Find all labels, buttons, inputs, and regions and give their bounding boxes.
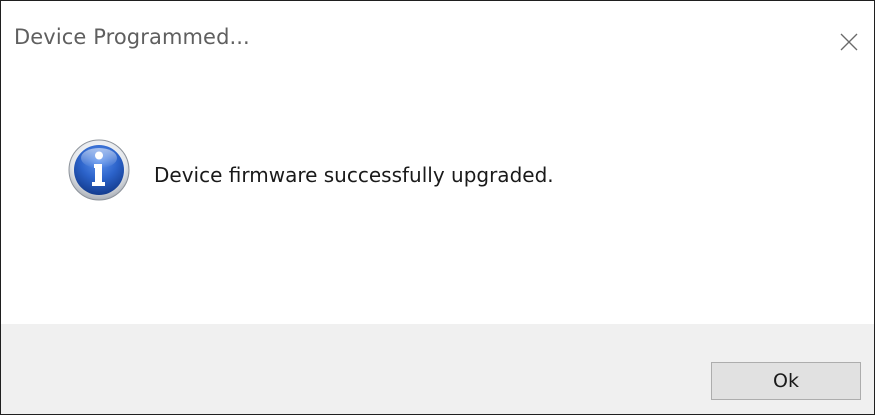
ok-button[interactable]: Ok bbox=[711, 362, 861, 400]
info-icon bbox=[68, 139, 130, 201]
message-text: Device firmware successfully upgraded. bbox=[154, 163, 554, 187]
dialog-title: Device Programmed... bbox=[14, 25, 250, 49]
close-button[interactable] bbox=[824, 1, 874, 83]
dialog-footer: Ok bbox=[1, 324, 874, 414]
dialog-content: Device firmware successfully upgraded. bbox=[1, 83, 874, 324]
title-bar[interactable]: Device Programmed... bbox=[1, 1, 874, 83]
close-icon bbox=[840, 33, 858, 51]
message-dialog: Device Programmed... Device firmware suc… bbox=[0, 0, 875, 415]
